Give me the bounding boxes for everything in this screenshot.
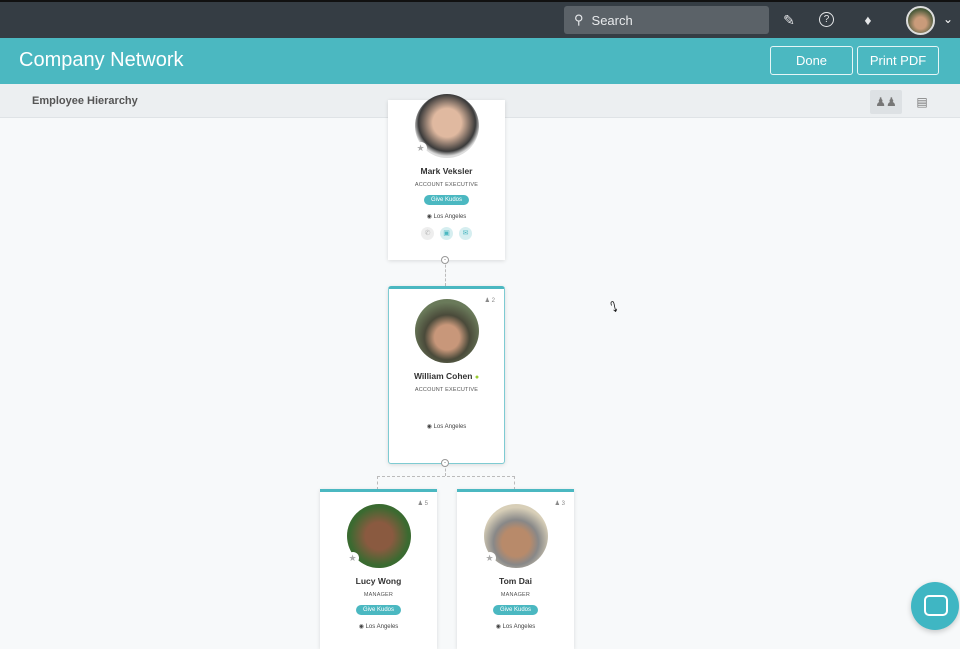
- collapse-toggle[interactable]: -: [441, 256, 449, 264]
- employee-name: Tom Dai: [499, 576, 532, 586]
- employee-name: Mark Veksler: [420, 166, 473, 176]
- online-status-icon: ●: [474, 374, 480, 381]
- section-title: Employee Hierarchy: [32, 95, 138, 107]
- location-pin-icon: ◉: [358, 624, 366, 630]
- mouse-cursor: ⭛: [610, 299, 618, 315]
- search-input[interactable]: ⚲ Search: [564, 6, 769, 34]
- page-header: Company Network Done Print PDF: [0, 38, 960, 84]
- bell-icon[interactable]: ♦: [859, 11, 877, 29]
- help-icon[interactable]: ?: [819, 12, 834, 27]
- employee-role: MANAGER: [500, 592, 531, 598]
- location-pin-icon: ◉: [495, 624, 503, 630]
- reports-count: ♟ 2: [484, 298, 495, 304]
- user-avatar[interactable]: [906, 6, 935, 35]
- employee-location: ◉ Los Angeles: [426, 214, 467, 220]
- connector: [377, 476, 515, 490]
- org-chart-view-icon[interactable]: ▤: [906, 90, 938, 114]
- employee-location: ◉ Los Angeles: [426, 424, 467, 430]
- chat-widget-button[interactable]: [911, 582, 959, 630]
- employee-location: ◉ Los Angeles: [495, 624, 536, 630]
- employee-name: Lucy Wong: [355, 576, 402, 586]
- employee-role: ACCOUNT EXECUTIVE: [414, 387, 479, 393]
- give-kudos-button[interactable]: Give Kudos: [355, 605, 402, 615]
- employee-card[interactable]: ★ Mark Veksler ACCOUNT EXECUTIVE Give Ku…: [388, 94, 505, 260]
- wrench-icon[interactable]: ✎: [780, 11, 798, 29]
- give-kudos-button[interactable]: Give Kudos: [423, 195, 470, 205]
- star-icon[interactable]: ★: [483, 552, 496, 564]
- employee-role: ACCOUNT EXECUTIVE: [414, 182, 479, 188]
- employee-card[interactable]: ♟ 3 ★ Tom Dai MANAGER Give Kudos ◉ Los A…: [457, 489, 574, 649]
- print-pdf-button[interactable]: Print PDF: [857, 46, 939, 75]
- page-title: Company Network: [19, 49, 184, 71]
- search-icon: ⚲: [574, 12, 584, 27]
- reports-count: ♟ 5: [417, 501, 428, 507]
- chat-icon[interactable]: ▣: [440, 227, 453, 240]
- chevron-down-icon[interactable]: ⌄: [943, 12, 953, 26]
- location-pin-icon: ◉: [426, 214, 434, 220]
- employee-photo: ★: [346, 504, 411, 568]
- employee-name: William Cohen ●: [413, 371, 480, 381]
- star-icon[interactable]: ★: [414, 142, 427, 154]
- done-button[interactable]: Done: [770, 46, 853, 75]
- employee-photo: [414, 299, 479, 363]
- employee-card[interactable]: ♟ 5 ★ Lucy Wong MANAGER Give Kudos ◉ Los…: [320, 489, 437, 649]
- top-bar: ⚲ Search ✎ ? ♦ ⌄: [0, 0, 960, 38]
- phone-icon[interactable]: ✆: [421, 227, 434, 240]
- employee-card-selected[interactable]: ♟ 2 William Cohen ● ACCOUNT EXECUTIVE ◉ …: [388, 286, 505, 464]
- location-pin-icon: ◉: [426, 424, 434, 430]
- reports-count: ♟ 3: [554, 501, 565, 507]
- star-icon[interactable]: ★: [346, 552, 359, 564]
- employee-photo: ★: [414, 94, 479, 158]
- email-icon[interactable]: ✉: [459, 227, 472, 240]
- employee-role: MANAGER: [363, 592, 394, 598]
- give-kudos-button[interactable]: Give Kudos: [492, 605, 539, 615]
- employee-location: ◉ Los Angeles: [358, 624, 399, 630]
- employee-photo: ★: [483, 504, 548, 568]
- people-view-icon[interactable]: ♟♟: [870, 90, 902, 114]
- collapse-toggle[interactable]: -: [441, 459, 449, 467]
